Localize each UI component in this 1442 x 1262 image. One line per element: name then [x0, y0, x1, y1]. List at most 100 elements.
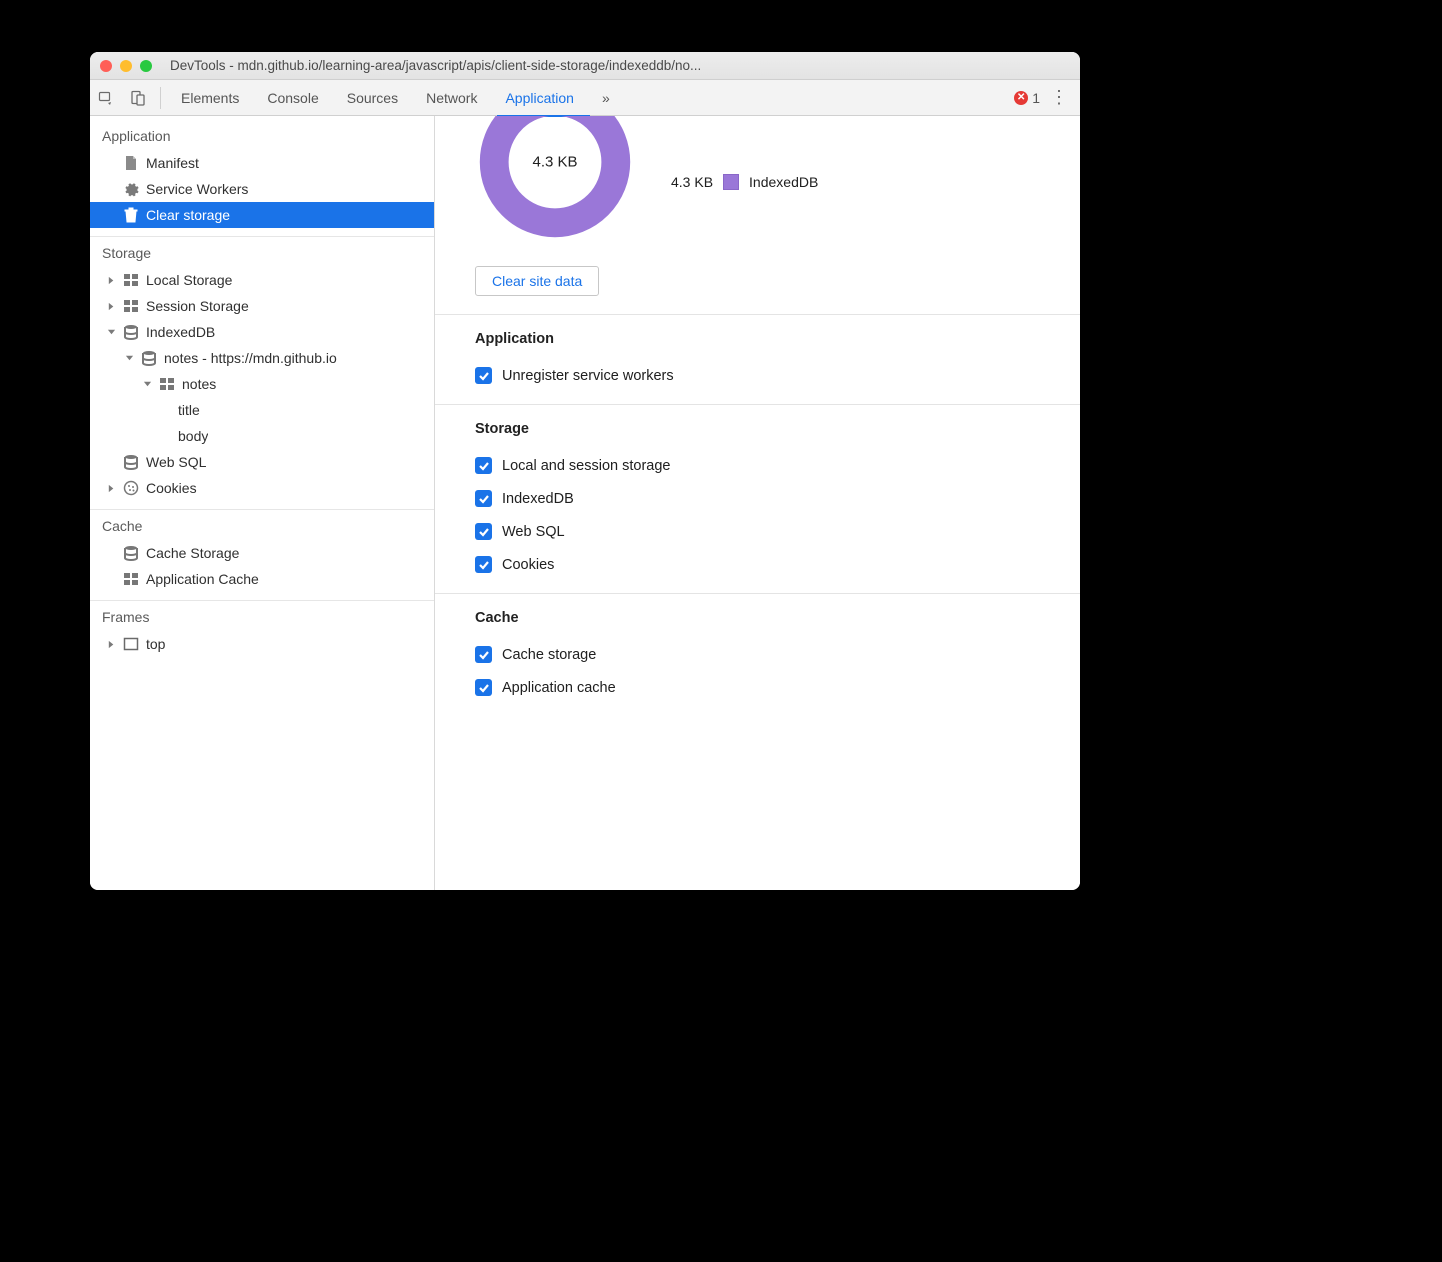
donut-chart: 4.3 KB: [475, 116, 635, 242]
sidebar-item-indexeddb[interactable]: IndexedDB: [90, 319, 434, 345]
sidebar-label: Service Workers: [146, 181, 248, 197]
application-sidebar: Application Manifest Service Workers: [90, 116, 435, 890]
section-storage: Storage Local and session storage Indexe…: [435, 404, 1080, 593]
sidebar-item-application-cache[interactable]: Application Cache: [90, 566, 434, 592]
trash-icon: [122, 206, 140, 224]
sidebar-section-cache: Cache: [90, 509, 434, 540]
inspect-element-icon[interactable]: [90, 80, 122, 116]
sidebar-item-web-sql[interactable]: Web SQL: [90, 449, 434, 475]
sidebar-item-cookies[interactable]: Cookies: [90, 475, 434, 501]
window-minimize-button[interactable]: [120, 60, 132, 72]
tab-elements[interactable]: Elements: [167, 80, 253, 116]
sidebar-item-clear-storage[interactable]: Clear storage: [90, 202, 434, 228]
check-cache-storage[interactable]: Cache storage: [475, 638, 1040, 671]
expand-arrow-icon[interactable]: [106, 275, 116, 285]
sidebar-label: Session Storage: [146, 298, 249, 314]
sidebar-section-frames: Frames: [90, 600, 434, 631]
sidebar-label: Application Cache: [146, 571, 259, 587]
sidebar-label: Clear storage: [146, 207, 230, 223]
check-indexeddb[interactable]: IndexedDB: [475, 482, 1040, 515]
sidebar-item-cache-storage[interactable]: Cache Storage: [90, 540, 434, 566]
check-label: IndexedDB: [502, 491, 574, 507]
devtools-window: DevTools - mdn.github.io/learning-area/j…: [90, 52, 1080, 890]
check-cookies[interactable]: Cookies: [475, 548, 1040, 581]
sidebar-label: notes: [182, 376, 216, 392]
legend-value: 4.3 KB: [671, 174, 713, 190]
cookie-icon: [122, 479, 140, 497]
table-icon: [122, 570, 140, 588]
clear-storage-panel: 4.3 KB 4.3 KB IndexedDB Clear site data …: [435, 116, 1080, 890]
expand-arrow-icon[interactable]: [106, 483, 116, 493]
sidebar-item-idb-database[interactable]: notes - https://mdn.github.io: [90, 345, 434, 371]
section-title: Storage: [475, 421, 1040, 437]
check-label: Application cache: [502, 680, 616, 696]
sidebar-item-idb-field-body[interactable]: body: [90, 423, 434, 449]
frame-icon: [122, 635, 140, 653]
window-maximize-button[interactable]: [140, 60, 152, 72]
tab-more[interactable]: »: [588, 80, 624, 116]
database-icon: [122, 323, 140, 341]
settings-menu-icon[interactable]: ⋮: [1050, 87, 1068, 108]
error-count-badge[interactable]: ✕ 1: [1014, 90, 1040, 106]
sidebar-label: top: [146, 636, 165, 652]
check-unregister-service-workers[interactable]: Unregister service workers: [475, 359, 1040, 392]
sidebar-label: notes - https://mdn.github.io: [164, 350, 337, 366]
sidebar-label: Cookies: [146, 480, 197, 496]
error-count: 1: [1032, 90, 1040, 106]
toolbar-divider: [160, 87, 161, 109]
window-titlebar: DevTools - mdn.github.io/learning-area/j…: [90, 52, 1080, 80]
legend-label: IndexedDB: [749, 174, 818, 190]
collapse-arrow-icon[interactable]: [124, 353, 134, 363]
sidebar-item-idb-field-title[interactable]: title: [90, 397, 434, 423]
database-icon: [140, 349, 158, 367]
sidebar-item-local-storage[interactable]: Local Storage: [90, 267, 434, 293]
chart-legend: 4.3 KB IndexedDB: [671, 174, 818, 190]
sidebar-item-manifest[interactable]: Manifest: [90, 150, 434, 176]
sidebar-item-session-storage[interactable]: Session Storage: [90, 293, 434, 319]
sidebar-label: Local Storage: [146, 272, 232, 288]
table-icon: [158, 375, 176, 393]
collapse-arrow-icon[interactable]: [106, 327, 116, 337]
expand-arrow-icon[interactable]: [106, 639, 116, 649]
check-label: Web SQL: [502, 524, 565, 540]
file-icon: [122, 154, 140, 172]
sidebar-item-frame-top[interactable]: top: [90, 631, 434, 657]
check-label: Unregister service workers: [502, 368, 674, 384]
check-label: Local and session storage: [502, 458, 670, 474]
check-label: Cookies: [502, 557, 554, 573]
section-cache: Cache Cache storage Application cache: [435, 593, 1080, 716]
check-local-session-storage[interactable]: Local and session storage: [475, 449, 1040, 482]
section-application: Application Unregister service workers: [435, 314, 1080, 404]
checkbox-icon: [475, 523, 492, 540]
sidebar-label: Web SQL: [146, 454, 206, 470]
tab-network[interactable]: Network: [412, 80, 491, 116]
table-icon: [122, 271, 140, 289]
gear-icon: [122, 180, 140, 198]
sidebar-item-service-workers[interactable]: Service Workers: [90, 176, 434, 202]
donut-center-label: 4.3 KB: [532, 154, 577, 171]
checkbox-icon: [475, 556, 492, 573]
tab-console[interactable]: Console: [253, 80, 332, 116]
tab-sources[interactable]: Sources: [333, 80, 412, 116]
devtools-tabs: Elements Console Sources Network Applica…: [167, 80, 624, 116]
expand-arrow-icon[interactable]: [106, 301, 116, 311]
clear-site-data-button[interactable]: Clear site data: [475, 266, 599, 296]
collapse-arrow-icon[interactable]: [142, 379, 152, 389]
section-title: Cache: [475, 610, 1040, 626]
sidebar-item-idb-store[interactable]: notes: [90, 371, 434, 397]
tab-application[interactable]: Application: [491, 80, 588, 116]
sidebar-section-application: Application: [90, 116, 434, 150]
storage-usage-chart: 4.3 KB 4.3 KB IndexedDB: [435, 116, 1080, 266]
window-close-button[interactable]: [100, 60, 112, 72]
window-title: DevTools - mdn.github.io/learning-area/j…: [166, 58, 1070, 73]
checkbox-icon: [475, 490, 492, 507]
check-web-sql[interactable]: Web SQL: [475, 515, 1040, 548]
device-toggle-icon[interactable]: [122, 80, 154, 116]
sidebar-label: title: [178, 402, 200, 418]
section-title: Application: [475, 331, 1040, 347]
check-application-cache[interactable]: Application cache: [475, 671, 1040, 704]
devtools-toolbar: Elements Console Sources Network Applica…: [90, 80, 1080, 116]
checkbox-icon: [475, 457, 492, 474]
body-split: Application Manifest Service Workers: [90, 116, 1080, 890]
database-icon: [122, 544, 140, 562]
